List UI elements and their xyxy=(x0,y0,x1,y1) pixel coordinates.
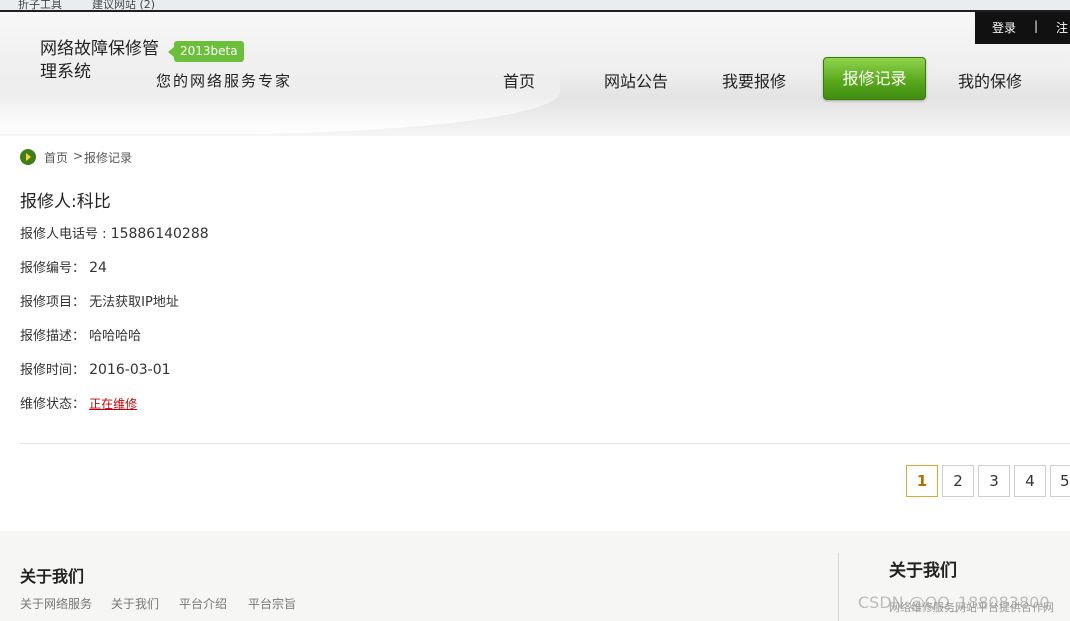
breadcrumb-current[interactable]: 报修记录 xyxy=(84,149,132,166)
nav-home[interactable]: 首页 xyxy=(503,68,535,92)
site-header: 网络故障保修管理系统 2013beta 您的网络服务专家 登录 | 注 首页 网… xyxy=(0,12,1070,136)
time-value: 2016-03-01 xyxy=(89,362,171,378)
time-row: 报修时间： 2016-03-01 xyxy=(20,359,171,378)
pager-page-3[interactable]: 3 xyxy=(978,465,1010,497)
status-row: 维修状态： 正在维修 xyxy=(20,393,137,412)
nav-repair-records-label: 报修记录 xyxy=(842,69,907,88)
footer-right-title: 关于我们 xyxy=(889,561,957,581)
csdn-watermark: CSDN @QQ_188083800 xyxy=(858,593,1050,612)
content-divider xyxy=(20,443,1070,444)
time-label: 报修时间： xyxy=(20,363,90,378)
site-footer: 关于我们 关于网络服务 关于我们 平台介绍 平台宗旨 关于我们 网络维修服务网站… xyxy=(0,531,1070,621)
breadcrumb-separator: > xyxy=(73,149,84,163)
reporter-name: 科比 xyxy=(76,192,111,212)
footer-link-about-us[interactable]: 关于我们 xyxy=(111,595,159,612)
breadcrumb-home[interactable]: 首页 xyxy=(44,149,68,166)
footer-link-platform-intro[interactable]: 平台介绍 xyxy=(179,595,227,612)
desc-row: 报修描述： 哈哈哈哈 xyxy=(20,325,141,344)
nav-report-repair[interactable]: 我要报修 xyxy=(722,68,786,92)
id-value: 24 xyxy=(89,260,107,276)
reporter-heading: 报修人:科比 xyxy=(20,187,111,212)
footer-about-title: 关于我们 xyxy=(20,567,85,586)
pager-page-5[interactable]: 5 xyxy=(1050,465,1070,497)
status-label: 维修状态： xyxy=(20,397,90,412)
footer-link-network-service[interactable]: 关于网络服务 xyxy=(20,595,92,612)
nav-my-repairs[interactable]: 我的保修 xyxy=(958,68,1022,92)
site-slogan: 您的网络服务专家 xyxy=(156,72,293,90)
browser-tab-1[interactable]: 折子工具 xyxy=(18,0,62,12)
item-row: 报修项目： 无法获取IP地址 xyxy=(20,291,179,310)
login-bar: 登录 | 注 xyxy=(975,12,1070,44)
login-link[interactable]: 登录 xyxy=(992,19,1016,36)
pager-page-2[interactable]: 2 xyxy=(942,465,974,497)
browser-tab-2[interactable]: 建议网站 (2) xyxy=(92,0,155,12)
footer-link-platform-purpose[interactable]: 平台宗旨 xyxy=(248,595,296,612)
reporter-label: 报修人: xyxy=(20,192,77,212)
beta-badge: 2013beta xyxy=(168,41,244,62)
browser-toolbar-strip: 折子工具 建议网站 (2) xyxy=(0,0,1070,12)
status-value[interactable]: 正在维修 xyxy=(89,397,137,411)
login-separator: | xyxy=(1034,19,1039,33)
id-label: 报修编号： xyxy=(20,261,90,276)
phone-row: 报修人电话号 : 15886140288 xyxy=(20,223,209,242)
pager-page-1[interactable]: 1 xyxy=(906,465,938,497)
id-row: 报修编号： 24 xyxy=(20,257,107,276)
item-value: 无法获取IP地址 xyxy=(89,295,179,310)
register-link[interactable]: 注 xyxy=(1056,19,1068,36)
desc-value: 哈哈哈哈 xyxy=(89,329,142,344)
desc-label: 报修描述： xyxy=(20,329,90,344)
item-label: 报修项目： xyxy=(20,295,90,310)
breadcrumb-arrow-icon xyxy=(20,149,36,165)
pager-page-4[interactable]: 4 xyxy=(1014,465,1046,497)
phone-label: 报修人电话号 : xyxy=(20,227,111,242)
site-logo-text[interactable]: 网络故障保修管理系统 xyxy=(40,38,160,84)
phone-value: 15886140288 xyxy=(110,226,209,242)
nav-repair-records-active[interactable]: 报修记录 xyxy=(823,57,926,100)
nav-announcements[interactable]: 网站公告 xyxy=(604,68,668,92)
footer-divider xyxy=(838,553,839,621)
